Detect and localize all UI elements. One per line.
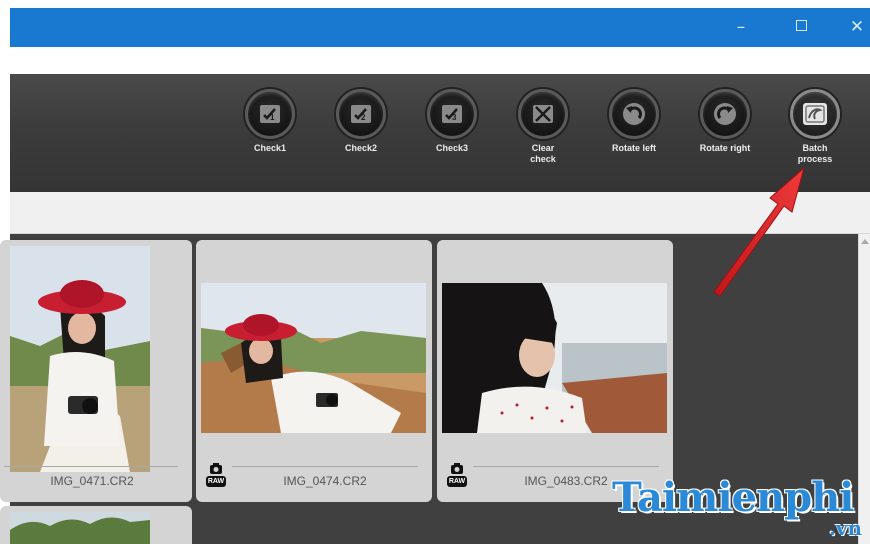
camera-icon — [451, 463, 463, 474]
check1-icon: 1 — [245, 89, 295, 139]
batch-process-icon — [790, 89, 840, 139]
clear-check-button[interactable]: Clear check — [505, 89, 581, 165]
rotate-right-label: Rotate right — [699, 143, 751, 153]
divider — [473, 466, 659, 467]
rotate-left-button[interactable]: Rotate left — [596, 89, 672, 154]
app-window: – ✕ 1 Check1 2 Check2 3 Check3 Clear che… — [0, 0, 870, 544]
raw-label: RAW — [206, 476, 226, 487]
thumbnail-image — [10, 246, 150, 472]
thumbnail-filename: IMG_0474.CR2 — [283, 474, 367, 488]
thumbnail-meta: IMG_0471.CR2 — [0, 466, 192, 496]
check3-button[interactable]: 3 Check3 — [414, 89, 490, 154]
thumbnail-meta: RAW IMG_0483.CR2 — [437, 463, 673, 496]
thumbnail-card[interactable]: RAW IMG_0483.CR2 — [437, 240, 673, 502]
clear-check-label: Clear check — [530, 143, 556, 164]
rotate-right-button[interactable]: Rotate right — [687, 89, 763, 154]
batch-process-label: Batch process — [797, 143, 833, 164]
camera-icon — [210, 463, 222, 474]
scroll-up-icon[interactable] — [861, 239, 869, 244]
maximize-icon — [795, 20, 807, 31]
check1-button[interactable]: 1 Check1 — [232, 89, 308, 154]
minimize-button[interactable]: – — [718, 8, 764, 47]
raw-label: RAW — [447, 476, 467, 487]
thumbnail-image — [442, 283, 667, 433]
menu-strip — [10, 47, 870, 74]
divider — [232, 466, 418, 467]
title-bar: – ✕ — [10, 8, 870, 47]
divider — [4, 466, 178, 467]
svg-text:2: 2 — [361, 113, 366, 122]
check2-icon: 2 — [336, 89, 386, 139]
check2-label: Check2 — [344, 143, 378, 153]
thumbnail-gallery: IMG_0471.CR2 RAW IMG_0474.CR2 RAW IMG_04… — [0, 234, 858, 544]
check2-button[interactable]: 2 Check2 — [323, 89, 399, 154]
thumbnail-filename: IMG_0483.CR2 — [524, 474, 608, 488]
maximize-button[interactable] — [778, 8, 824, 47]
thumbnail-image — [10, 512, 150, 544]
filter-bar — [10, 192, 870, 234]
check3-icon: 3 — [427, 89, 477, 139]
rotate-left-icon — [609, 89, 659, 139]
raw-badge: RAW — [447, 462, 467, 492]
toolbar: 1 Check1 2 Check2 3 Check3 Clear check R… — [10, 74, 870, 192]
svg-text:3: 3 — [452, 113, 457, 122]
vertical-scrollbar[interactable] — [858, 234, 870, 544]
batch-process-button[interactable]: Batch process — [777, 89, 853, 165]
rotate-right-icon — [700, 89, 750, 139]
thumbnail-card[interactable]: RAW IMG_0474.CR2 — [196, 240, 432, 502]
thumbnail-meta: RAW IMG_0474.CR2 — [196, 463, 432, 496]
close-button[interactable]: ✕ — [834, 8, 870, 47]
check3-label: Check3 — [435, 143, 469, 153]
check1-label: Check1 — [253, 143, 287, 153]
raw-badge: RAW — [206, 462, 226, 492]
thumbnail-filename: IMG_0471.CR2 — [50, 474, 134, 488]
thumbnail-card[interactable] — [0, 506, 192, 544]
rotate-left-label: Rotate left — [611, 143, 656, 153]
thumbnail-card[interactable]: IMG_0471.CR2 — [0, 240, 192, 502]
clear-check-icon — [518, 89, 568, 139]
svg-text:1: 1 — [270, 113, 275, 122]
thumbnail-image — [201, 283, 426, 433]
